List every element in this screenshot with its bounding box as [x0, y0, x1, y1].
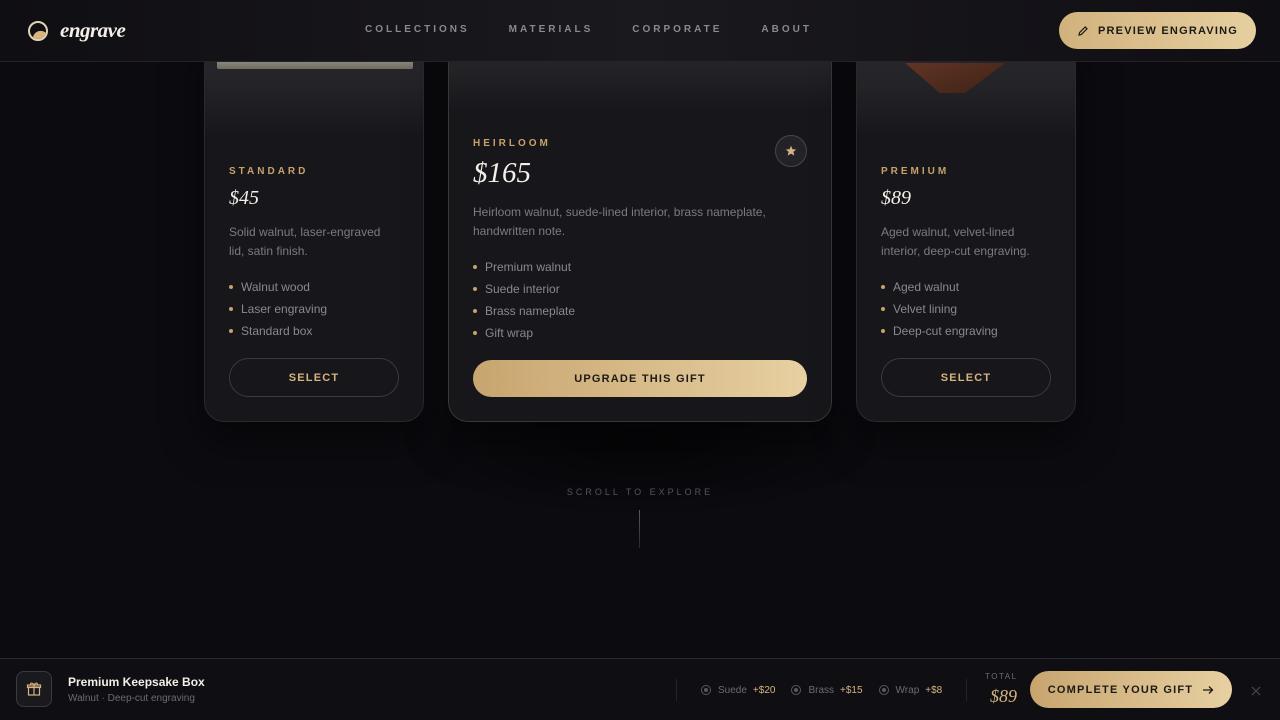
nav-corporate[interactable]: CORPORATE — [632, 24, 722, 35]
nav-about[interactable]: ABOUT — [761, 24, 812, 35]
feature-item: Deep-cut engraving — [881, 323, 998, 345]
tier-label: PREMIUM — [881, 166, 950, 177]
preview-engraving-label: PREVIEW ENGRAVING — [1098, 24, 1238, 37]
addon-price: +$20 — [752, 684, 776, 696]
feature-item: Walnut wood — [229, 279, 327, 301]
brand-name: engrave — [60, 18, 126, 42]
tier-label: HEIRLOOM — [473, 138, 551, 149]
addon-radio-icon — [878, 685, 889, 695]
addon-list: Suede +$20 Brass +$15 Wrap +$8 — [676, 679, 968, 701]
gift-icon — [16, 671, 52, 707]
scroll-cue-text: SCROLL TO EXPLORE — [566, 487, 714, 497]
addon-price: +$15 — [840, 684, 863, 696]
tier-card-premium: PREMIUM $89 Aged walnut, velvet-lined in… — [856, 20, 1076, 422]
close-icon[interactable] — [1250, 685, 1262, 697]
select-premium-button[interactable]: SELECT — [881, 358, 1051, 397]
addon-name: Suede — [718, 684, 747, 696]
tier-description: Aged walnut, velvet-lined interior, deep… — [881, 225, 1030, 258]
feature-item: Brass nameplate — [473, 303, 575, 325]
feature-item: Premium walnut — [473, 259, 575, 281]
preview-engraving-button[interactable]: PREVIEW ENGRAVING — [1059, 12, 1256, 49]
pencil-icon — [1078, 25, 1088, 36]
tier-price: $89 — [881, 187, 911, 209]
tier-card-standard: STANDARD $45 Solid walnut, laser-engrave… — [204, 20, 424, 422]
total-value: $89 — [990, 686, 1017, 706]
addon-name: Wrap — [895, 684, 920, 696]
tier-description: Heirloom walnut, suede-lined interior, b… — [473, 205, 766, 238]
addon-radio-icon — [791, 685, 802, 695]
selected-product-details: Walnut · Deep-cut engraving — [68, 693, 195, 704]
featured-badge — [775, 135, 807, 167]
brand-logo[interactable]: engrave — [28, 18, 126, 43]
feature-list: Walnut wood Laser engraving Standard box — [229, 279, 327, 345]
tier-price: $45 — [229, 187, 259, 209]
addon-wrap[interactable]: Wrap +$8 — [878, 684, 943, 696]
addon-brass[interactable]: Brass +$15 — [791, 684, 863, 696]
selected-product-name: Premium Keepsake Box — [68, 675, 205, 689]
select-standard-button[interactable]: SELECT — [229, 358, 399, 397]
addon-radio-icon — [701, 685, 711, 695]
feature-item: Gift wrap — [473, 325, 575, 347]
complete-gift-label: COMPLETE YOUR GIFT — [1047, 683, 1194, 696]
tier-card-heirloom: HEIRLOOM $165 Heirloom walnut, suede-lin… — [448, 20, 832, 422]
engrave-logo-icon — [28, 20, 48, 41]
main-nav: COLLECTIONS MATERIALS CORPORATE ABOUT — [365, 24, 851, 35]
feature-item: Suede interior — [473, 281, 575, 303]
tier-description: Solid walnut, laser-engraved lid, satin … — [229, 225, 381, 258]
tier-price: $165 — [473, 157, 531, 189]
star-icon — [785, 145, 797, 156]
feature-item: Laser engraving — [229, 301, 327, 323]
nav-materials[interactable]: MATERIALS — [509, 24, 594, 35]
site-header: engrave COLLECTIONS MATERIALS CORPORATE … — [0, 0, 1280, 62]
feature-list: Aged walnut Velvet lining Deep-cut engra… — [881, 279, 998, 345]
addon-price: +$8 — [925, 684, 943, 696]
tier-label: STANDARD — [229, 166, 309, 177]
addon-suede[interactable]: Suede +$20 — [701, 685, 775, 696]
feature-list: Premium walnut Suede interior Brass name… — [473, 259, 575, 347]
nav-collections[interactable]: COLLECTIONS — [365, 24, 470, 35]
complete-gift-button[interactable]: COMPLETE YOUR GIFT — [1030, 671, 1232, 708]
feature-item: Standard box — [229, 323, 327, 345]
upgrade-gift-button[interactable]: UPGRADE THIS GIFT — [473, 360, 807, 397]
feature-item: Aged walnut — [881, 279, 998, 301]
feature-item: Velvet lining — [881, 301, 998, 323]
gift-summary-bar: Premium Keepsake Box Walnut · Deep-cut e… — [0, 658, 1280, 720]
arrow-right-icon — [1203, 685, 1214, 694]
total-label: TOTAL — [985, 672, 1018, 681]
addon-name: Brass — [808, 684, 835, 696]
scroll-indicator-line — [639, 510, 640, 548]
